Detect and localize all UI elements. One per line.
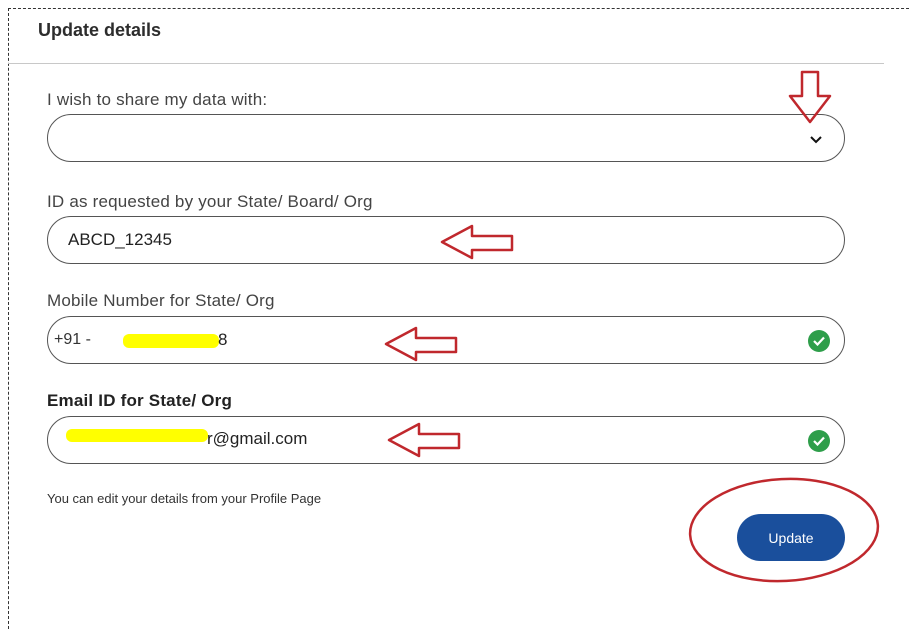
redaction-highlight [123,334,219,348]
header-divider [8,63,884,64]
state-id-value: ABCD_12345 [68,230,172,249]
chevron-down-icon [810,136,822,144]
circle-annotation [688,477,880,583]
dialog-title: Update details [38,20,162,40]
state-id-label: ID as requested by your State/ Board/ Or… [47,192,373,211]
share-select[interactable] [47,114,845,162]
left-arrow-annotation [384,326,458,362]
email-label: Email ID for State/ Org [47,391,233,410]
redaction-highlight [66,429,208,442]
verified-check-icon [808,430,830,452]
verified-check-icon [808,330,830,352]
mobile-value-tail: 8 [218,330,228,349]
mobile-label: Mobile Number for State/ Org [47,291,275,310]
profile-hint: You can edit your details from your Prof… [47,491,322,506]
email-value-tail: r@gmail.com [207,429,308,448]
country-code: +91 - [54,331,91,348]
share-label: I wish to share my data with: [47,90,268,109]
left-arrow-annotation [387,422,461,458]
down-arrow-annotation [788,70,832,124]
left-arrow-annotation [440,224,514,260]
